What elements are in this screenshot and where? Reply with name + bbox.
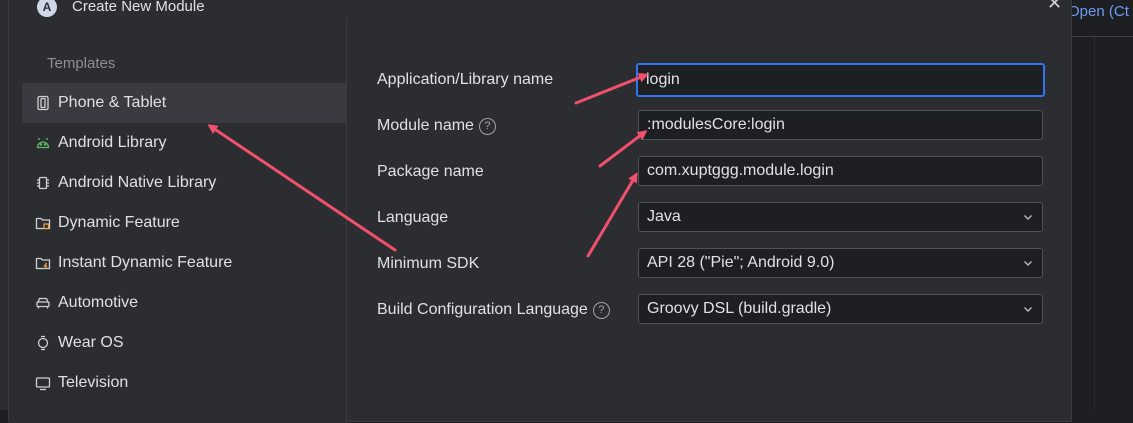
template-android-native-library[interactable]: Android Native Library [22, 163, 347, 203]
help-icon[interactable]: ? [592, 302, 610, 319]
module-name-input[interactable] [638, 110, 1043, 140]
module-name-label-text: Module name [377, 117, 474, 134]
template-television[interactable]: Television [22, 363, 347, 403]
template-instant-dynamic-feature[interactable]: Instant Dynamic Feature [22, 243, 347, 283]
folder-icon [35, 215, 51, 231]
tv-icon [35, 375, 51, 391]
template-android-library[interactable]: Android Library [22, 123, 347, 163]
template-phone-tablet[interactable]: Phone & Tablet [22, 83, 347, 123]
chevron-down-icon [1022, 257, 1034, 269]
language-value: Java [647, 208, 681, 225]
template-label: Automotive [58, 294, 139, 311]
template-label: Wear OS [58, 334, 124, 351]
package-name-label: Package name [377, 163, 484, 180]
language-select[interactable]: Java [638, 202, 1043, 232]
car-icon [35, 295, 51, 311]
template-label: Phone & Tablet [58, 94, 167, 111]
ide-background-right [1072, 0, 1133, 410]
build-lang-label: Build Configuration Language? [377, 301, 610, 319]
dialog-title: Create New Module [72, 0, 205, 15]
template-label: Instant Dynamic Feature [58, 254, 233, 271]
language-label: Language [377, 209, 449, 226]
app-name-input[interactable] [636, 63, 1045, 97]
create-module-dialog: A Create New Module ✕ Templates Phone & … [8, 0, 1073, 423]
module-form: Application/Library name Module name? Pa… [347, 19, 1073, 423]
template-label: Television [58, 374, 129, 391]
template-automotive[interactable]: Automotive [22, 283, 347, 323]
module-name-label: Module name? [377, 117, 496, 135]
phone-tablet-icon [35, 95, 51, 111]
background-open-link[interactable]: Open (Ct [1068, 3, 1129, 20]
template-label: Dynamic Feature [58, 214, 180, 231]
close-icon[interactable]: ✕ [1047, 0, 1062, 14]
package-name-input[interactable] [638, 156, 1043, 186]
app-name-label: Application/Library name [377, 71, 554, 88]
ide-divider [1072, 36, 1133, 37]
help-icon[interactable]: ? [478, 118, 496, 135]
template-label: Android Native Library [58, 174, 217, 191]
folder-lightning-icon [35, 255, 51, 271]
min-sdk-label: Minimum SDK [377, 255, 480, 272]
chip-icon [35, 175, 51, 191]
android-icon [35, 135, 51, 151]
template-wear-os[interactable]: Wear OS [22, 323, 347, 363]
template-dynamic-feature[interactable]: Dynamic Feature [22, 203, 347, 243]
chevron-down-icon [1022, 211, 1034, 223]
template-label: Android Library [58, 134, 167, 151]
ide-divider-vertical [1094, 37, 1095, 410]
watch-icon [35, 335, 51, 351]
build-lang-label-text: Build Configuration Language [377, 301, 588, 318]
dialog-titlebar: A Create New Module ✕ [9, 0, 1071, 19]
build-lang-value: Groovy DSL (build.gradle) [647, 300, 832, 317]
ide-background-left [0, 0, 8, 410]
chevron-down-icon [1022, 303, 1034, 315]
templates-sidebar: Templates Phone & Tablet Android Library… [9, 19, 347, 423]
android-studio-logo-icon: A [37, 0, 57, 17]
min-sdk-select[interactable]: API 28 ("Pie"; Android 9.0) [638, 248, 1043, 278]
templates-heading: Templates [47, 55, 116, 72]
min-sdk-value: API 28 ("Pie"; Android 9.0) [647, 254, 835, 271]
build-lang-select[interactable]: Groovy DSL (build.gradle) [638, 294, 1043, 324]
